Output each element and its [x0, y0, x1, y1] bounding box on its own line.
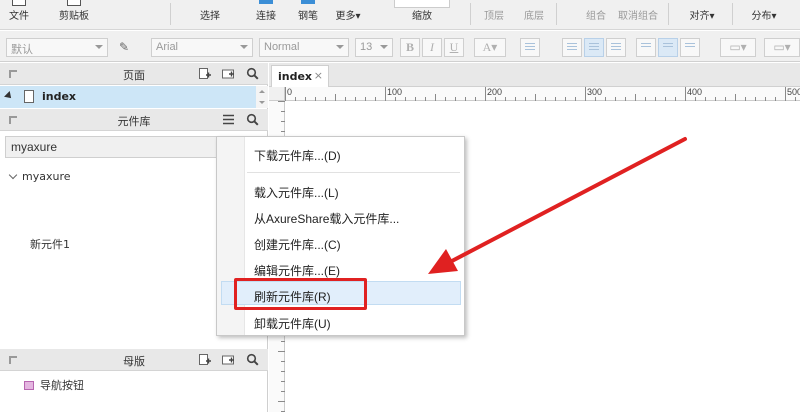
font-weight-select[interactable]: Normal — [259, 38, 349, 57]
group-button[interactable]: 组合 — [578, 0, 614, 29]
ruler-label: 200 — [487, 87, 503, 97]
menu-separator — [247, 172, 460, 173]
font-family-select[interactable]: Arial — [151, 38, 253, 57]
expand-triangle-icon[interactable] — [4, 91, 14, 101]
ungroup-button[interactable]: 取消组合 — [614, 0, 662, 29]
align-left-icon — [567, 43, 577, 50]
fill-color-button[interactable]: ▭▾ — [720, 38, 756, 57]
align-left-button[interactable] — [562, 38, 582, 57]
clipboard-icon — [67, 0, 81, 6]
bullet-list-button[interactable] — [520, 38, 540, 57]
menu-item-load-library[interactable]: 载入元件库...(L) — [254, 184, 339, 201]
page-icon — [24, 90, 34, 103]
select-button[interactable]: 选择 — [192, 0, 228, 29]
menu-item-edit-library[interactable]: 编辑元件库...(E) — [254, 262, 340, 279]
chevron-down-icon — [336, 45, 344, 49]
menu-item-load-from-axureshare[interactable]: 从AxureShare载入元件库... — [254, 210, 399, 227]
connect-button[interactable]: 连接 — [248, 0, 284, 29]
toolbar-divider — [668, 3, 669, 25]
font-size-select[interactable]: 13 — [355, 38, 393, 57]
masters-panel-header: 母版 — [0, 349, 268, 371]
close-icon[interactable]: × — [314, 69, 323, 82]
ruler-label: 0 — [287, 87, 293, 97]
search-icon[interactable] — [246, 353, 259, 366]
align-middle-icon — [663, 43, 673, 47]
search-icon[interactable] — [246, 113, 259, 126]
horizontal-ruler: 0 100 200 300 400 500 — [285, 87, 800, 101]
pen-icon — [301, 0, 315, 4]
align-top-icon — [641, 43, 651, 47]
italic-button[interactable]: I — [422, 38, 442, 57]
toolbar-divider — [470, 3, 471, 25]
library-panel-header: 元件库 — [0, 109, 268, 131]
ruler-corner — [269, 87, 285, 101]
master-list-item[interactable]: 导航按钮 — [24, 377, 84, 393]
style-select[interactable]: 默认 — [6, 38, 108, 57]
add-page-icon[interactable] — [198, 67, 211, 80]
align-right-icon — [611, 43, 621, 50]
format-painter-icon[interactable]: ✎ — [114, 38, 134, 57]
pen-button[interactable]: 钢笔 — [290, 0, 326, 29]
more-button[interactable]: 更多▾ — [330, 0, 366, 29]
tab-strip: index × — [269, 63, 800, 87]
ruler-label: 300 — [587, 87, 603, 97]
pages-scrollbar[interactable] — [256, 86, 268, 108]
menu-item-download-library[interactable]: 下载元件库...(D) — [254, 147, 341, 164]
align-center-icon — [589, 43, 599, 50]
ruler-label: 500 — [787, 87, 800, 97]
zoom-control[interactable]: 缩放 — [380, 0, 464, 29]
clipboard-button[interactable]: 剪贴板 — [52, 0, 96, 29]
align-bottom-button[interactable] — [680, 38, 700, 57]
align-top-button[interactable] — [636, 38, 656, 57]
align-right-button[interactable] — [606, 38, 626, 57]
align-button[interactable]: 对齐▾ — [684, 0, 720, 29]
add-folder-icon[interactable] — [222, 353, 235, 366]
line-color-button[interactable]: ▭▾ — [764, 38, 800, 57]
connect-icon — [259, 0, 273, 4]
font-color-button[interactable]: A▾ — [474, 38, 506, 57]
page-name: index — [42, 90, 77, 103]
underline-button[interactable]: U — [444, 38, 464, 57]
tab-index[interactable]: index × — [271, 65, 329, 87]
menu-icon[interactable] — [222, 113, 235, 126]
bold-button[interactable]: B — [400, 38, 420, 57]
library-tree-root[interactable]: myaxure — [8, 170, 71, 183]
distribute-button[interactable]: 分布▾ — [746, 0, 782, 29]
add-master-icon[interactable] — [198, 353, 211, 366]
list-icon — [525, 43, 535, 50]
file-icon — [12, 0, 26, 6]
file-button[interactable]: 文件 — [2, 0, 36, 29]
chevron-down-icon — [95, 45, 103, 49]
align-bottom-icon — [685, 43, 695, 47]
send-to-bottom-button[interactable]: 底层 — [516, 0, 552, 29]
pages-panel-header: 页面 — [0, 63, 268, 85]
ruler-label: 100 — [387, 87, 403, 97]
chevron-down-icon — [380, 45, 388, 49]
toolbar-divider — [170, 3, 171, 25]
page-tree-item-index[interactable]: index — [0, 86, 256, 108]
library-widget-item[interactable]: 新元件1 — [30, 236, 70, 252]
add-folder-icon[interactable] — [222, 67, 235, 80]
bring-to-top-button[interactable]: 顶层 — [476, 0, 512, 29]
format-toolbar: 默认 ✎ Arial Normal 13 B I U A▾ ▭▾ ▭▾ — [0, 31, 800, 62]
master-icon — [24, 381, 34, 390]
annotation-highlight-box — [234, 278, 367, 310]
search-icon[interactable] — [246, 67, 259, 80]
ruler-ticks — [285, 87, 796, 101]
align-middle-button[interactable] — [658, 38, 678, 57]
menu-item-unload-library[interactable]: 卸载元件库(U) — [254, 315, 331, 332]
main-toolbar: 文件 剪贴板 选择 连接 钢笔 更多▾ 缩放 顶层 底层 组合 取消组合 对齐▾… — [0, 0, 800, 30]
align-center-button[interactable] — [584, 38, 604, 57]
menu-item-create-library[interactable]: 创建元件库...(C) — [254, 236, 341, 253]
chevron-down-icon — [240, 45, 248, 49]
ruler-label: 400 — [687, 87, 703, 97]
toolbar-divider — [732, 3, 733, 25]
toolbar-divider — [556, 3, 557, 25]
chevron-down-icon[interactable] — [8, 170, 18, 180]
